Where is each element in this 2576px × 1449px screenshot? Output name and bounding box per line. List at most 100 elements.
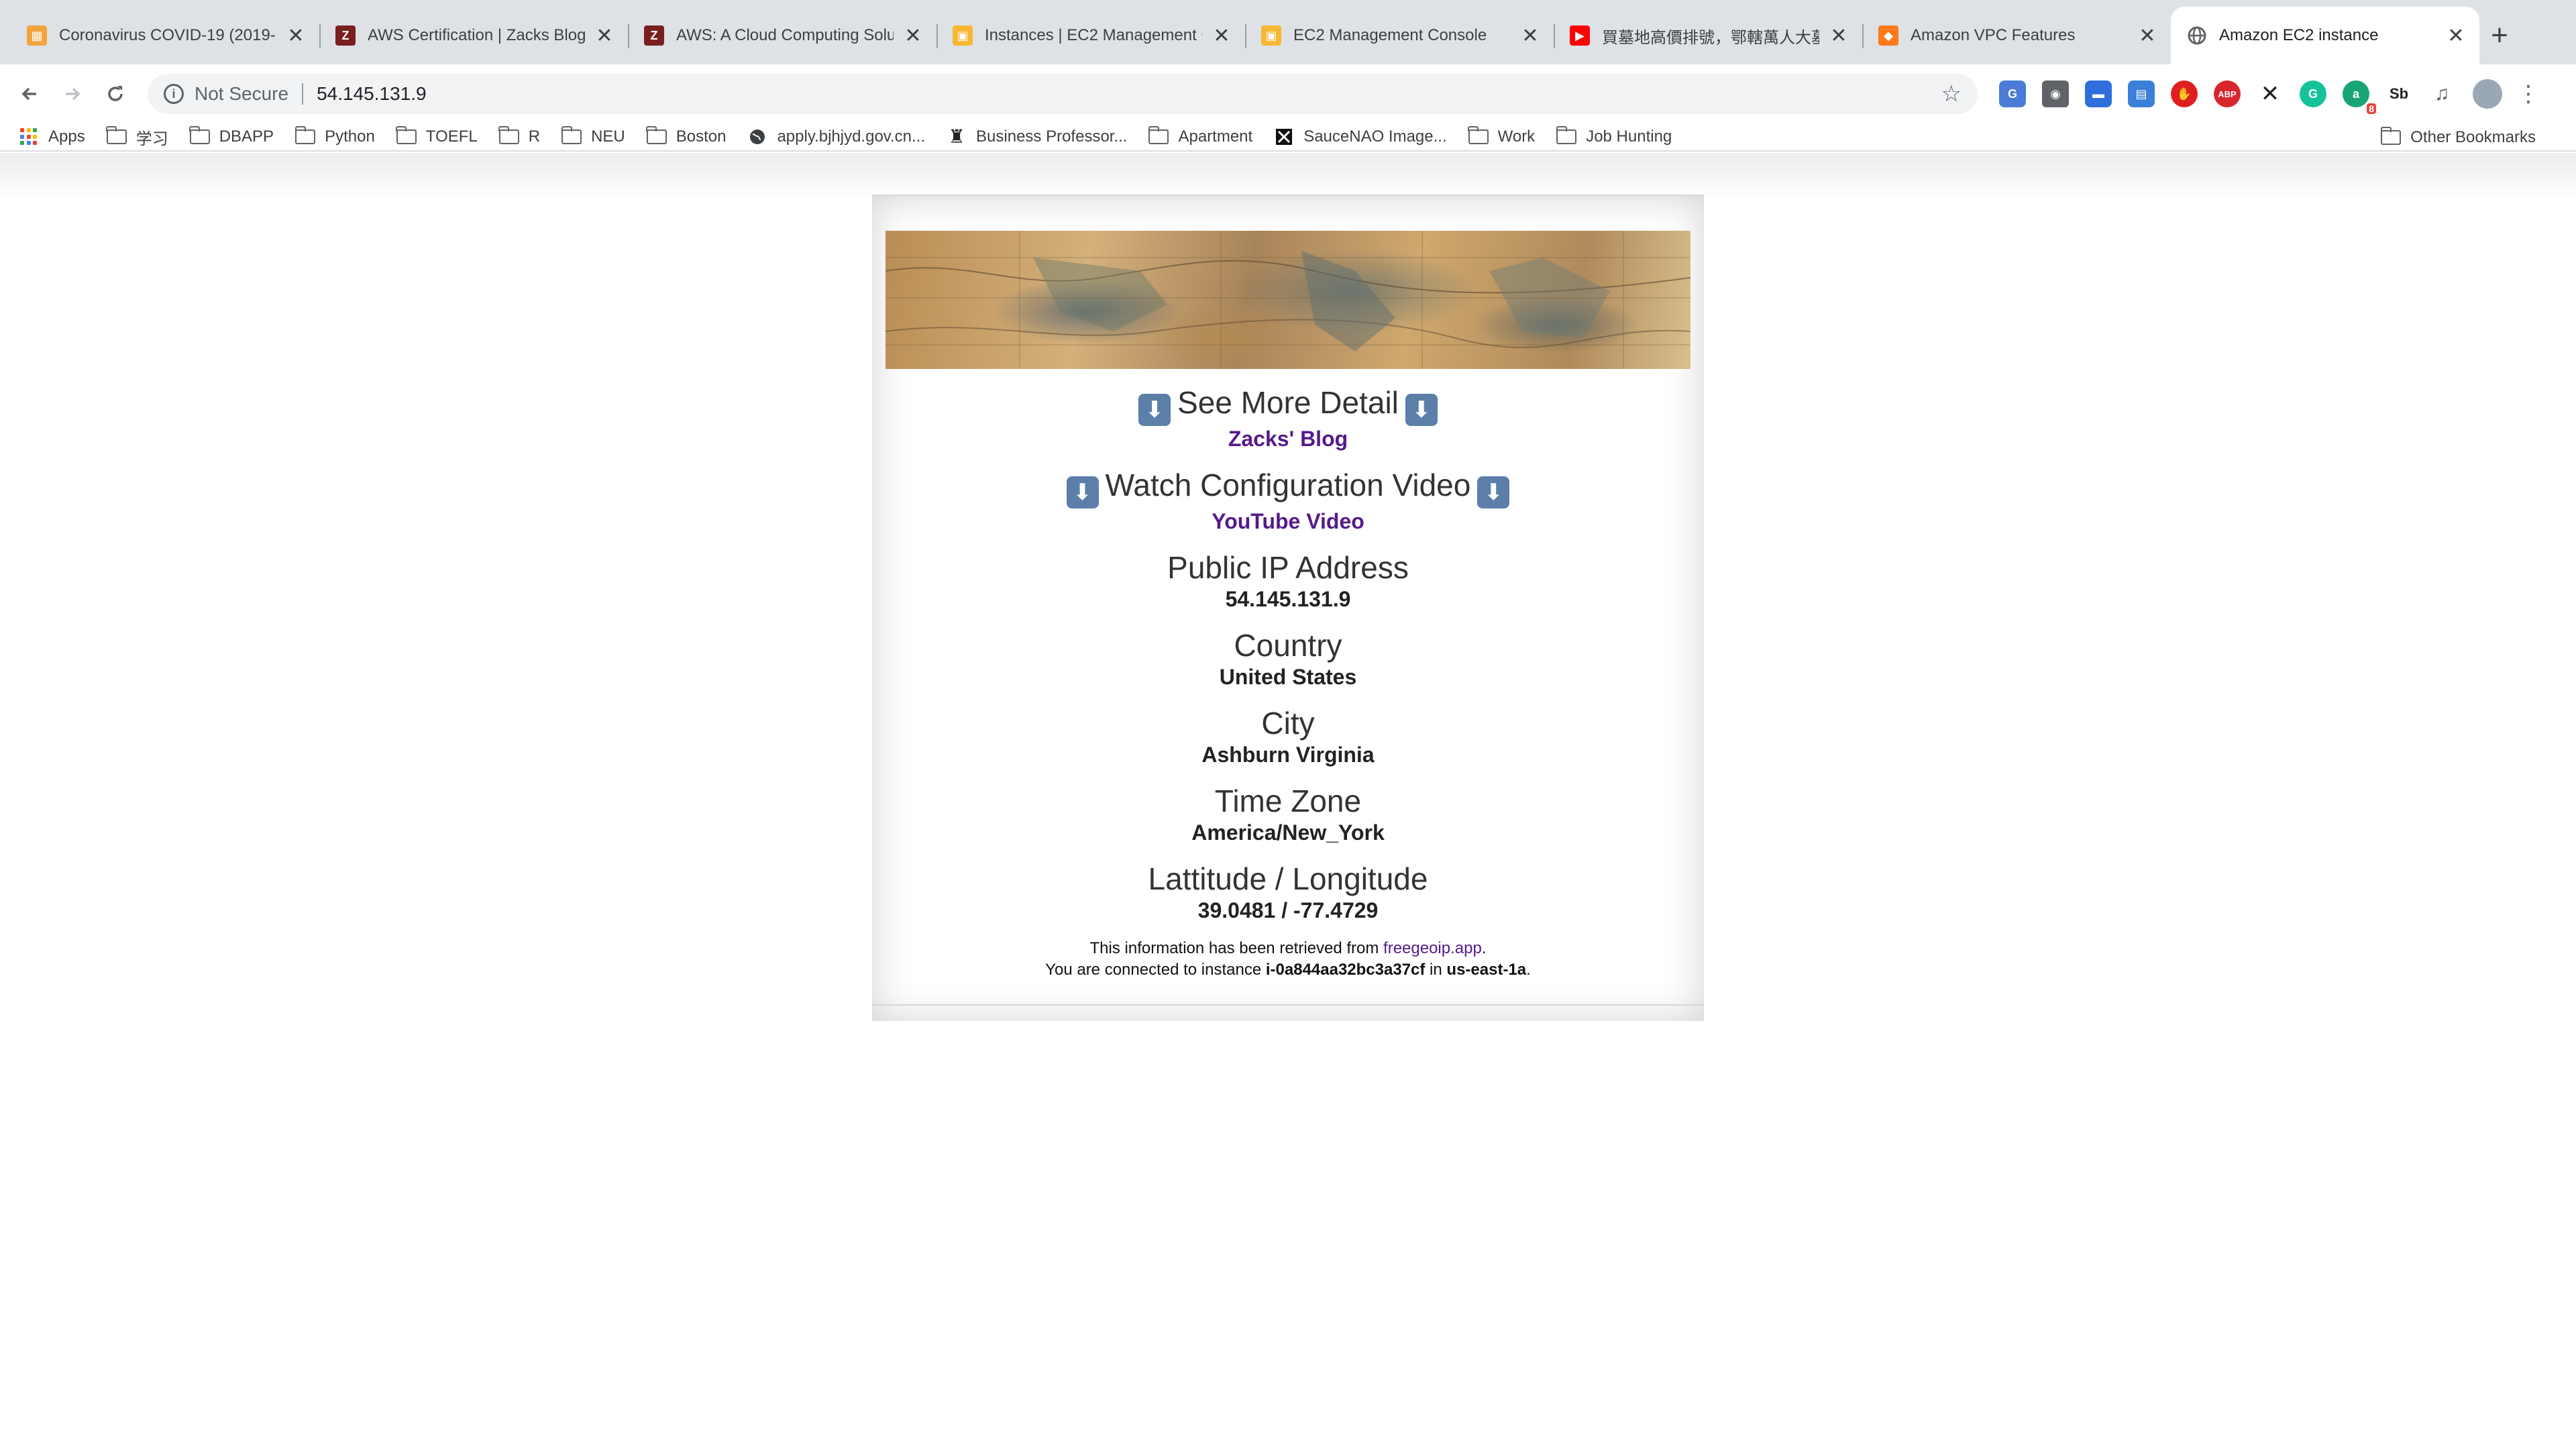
close-icon[interactable]: ✕ <box>286 25 306 47</box>
bookmark-folder[interactable]: Boston <box>646 126 727 146</box>
menu-icon[interactable]: ⋮ <box>2517 80 2540 107</box>
url-text[interactable]: 54.145.131.9 <box>317 83 1941 105</box>
latlong-title: Lattitude / Longitude <box>1148 861 1428 896</box>
tab-strip: ▦ Coronavirus COVID-19 (2019-nCoV) ✕ Z A… <box>0 0 2576 64</box>
retrieved-prefix: This information has been retrieved from <box>1089 939 1384 957</box>
freegeoip-link[interactable]: freegeoip.app <box>1383 939 1482 957</box>
connected-mid: in <box>1425 961 1447 979</box>
youtube-icon: ▶ <box>1570 25 1590 46</box>
badge-extension-icon[interactable]: a8 <box>2343 80 2376 114</box>
calendar-icon[interactable]: ▬ <box>2085 80 2112 107</box>
shield-icon[interactable]: ◉ <box>2042 80 2069 107</box>
bookmark-link[interactable]: SauceNAO Image... <box>1274 127 1447 146</box>
zacks-blog-icon: Z <box>644 25 664 46</box>
down-arrow-icon: ⬇ <box>1477 476 1510 508</box>
folder-icon <box>646 126 667 145</box>
bookmark-link[interactable]: ♜ Business Professor... <box>947 127 1127 146</box>
tab-covid[interactable]: ▦ Coronavirus COVID-19 (2019-nCoV) ✕ <box>11 7 319 64</box>
source-note: This information has been retrieved from… <box>872 938 1704 959</box>
bookmark-apps[interactable]: Apps <box>19 127 85 146</box>
country-section: Country United States <box>872 627 1704 690</box>
youtube-video-link[interactable]: YouTube Video <box>1212 509 1364 533</box>
reader-icon[interactable]: ▤ <box>2128 80 2155 107</box>
close-icon[interactable]: ✕ <box>594 25 614 47</box>
folder-icon <box>106 126 127 145</box>
address-bar[interactable]: i Not Secure 54.145.131.9 ☆ <box>148 74 1978 114</box>
bookmark-folder[interactable]: 学习 <box>106 125 168 149</box>
stop-hand-icon[interactable]: ✋ <box>2171 80 2198 107</box>
tab-title: EC2 Management Console <box>1293 26 1487 44</box>
folder-icon <box>1148 126 1169 145</box>
bookmark-folder[interactable]: R <box>498 126 540 146</box>
dashboard-icon: ▦ <box>27 25 47 46</box>
reload-icon[interactable] <box>98 76 133 111</box>
bookmark-folder[interactable]: DBAPP <box>189 126 274 146</box>
video-heading: ⬇ Watch Configuration Video ⬇ <box>872 466 1704 508</box>
bookmark-star-icon[interactable]: ☆ <box>1941 80 1962 107</box>
bookmark-link[interactable]: apply.bjhjyd.gov.cn... <box>747 127 925 146</box>
bookmark-folder[interactable]: Python <box>294 126 375 146</box>
security-indicator[interactable]: Not Secure <box>195 83 288 105</box>
x-extension-icon[interactable]: ✕ <box>2257 80 2284 107</box>
folder-icon <box>294 126 316 145</box>
timezone-section: Time Zone America/New_York <box>872 782 1704 845</box>
city-section: City Ashburn Virginia <box>872 704 1704 767</box>
bookmark-label: SauceNAO Image... <box>1303 127 1447 146</box>
forward-arrow-icon[interactable] <box>55 76 90 111</box>
latlong-value: 39.0481 / -77.4729 <box>1197 898 1379 922</box>
close-icon[interactable]: ✕ <box>1829 25 1849 47</box>
close-icon[interactable]: ✕ <box>1520 25 1540 47</box>
tab-ec2-instances[interactable]: ▣ Instances | EC2 Management Console ✕ <box>936 7 1245 64</box>
header-shadow <box>0 153 2576 200</box>
globe-icon <box>747 129 767 145</box>
bookmark-label: 学习 <box>136 129 168 148</box>
bookmark-folder[interactable]: TOEFL <box>396 126 478 146</box>
avatar[interactable] <box>2473 79 2502 109</box>
connected-prefix: You are connected to instance <box>1045 961 1266 979</box>
timezone-title: Time Zone <box>1214 784 1362 818</box>
tab-vpc-features[interactable]: ◆ Amazon VPC Features ✕ <box>1862 7 2171 64</box>
aws-box-icon: ▣ <box>1261 25 1281 46</box>
down-arrow-icon: ⬇ <box>1066 476 1099 508</box>
tab-youtube[interactable]: ▶ 買墓地高價排號，鄂轄萬人大墓 ✕ <box>1554 7 1862 64</box>
extensions-row: G ◉ ▬ ▤ ✋ ABP ✕ G a8 Sb ♫ ⋮ <box>1991 79 2540 114</box>
media-control-icon[interactable]: ♫ <box>2428 80 2455 107</box>
info-card: ⬇ See More Detail ⬇ Zacks' Blog ⬇ Watch Con… <box>872 196 1704 1021</box>
bookmark-folder[interactable]: Work <box>1468 126 1535 146</box>
country-value: United States <box>1219 665 1357 689</box>
bookmark-folder[interactable]: Apartment <box>1148 126 1252 146</box>
bookmark-label: TOEFL <box>425 127 478 146</box>
bookmark-label: Python <box>325 127 375 146</box>
video-title: Watch Configuration Video <box>1105 468 1471 502</box>
grammarly-icon[interactable]: G <box>2300 80 2326 107</box>
public-ip-value: 54.145.131.9 <box>1225 587 1351 611</box>
other-bookmarks[interactable]: Other Bookmarks <box>2380 123 2536 152</box>
latlong-section: Lattitude / Longitude 39.0481 / -77.4729 <box>872 860 1704 923</box>
close-icon[interactable]: ✕ <box>2446 25 2466 47</box>
new-tab-button[interactable]: + <box>2479 7 2520 64</box>
zacks-blog-link[interactable]: Zacks' Blog <box>1228 427 1348 451</box>
bookmark-folder[interactable]: NEU <box>561 126 625 146</box>
tab-aws-cloud-computing[interactable]: Z AWS: A Cloud Computing Solution ✕ <box>628 7 936 64</box>
close-icon[interactable]: ✕ <box>2137 25 2157 47</box>
folder-icon <box>498 126 519 145</box>
close-icon[interactable]: ✕ <box>1212 25 1232 47</box>
adblock-icon[interactable]: ABP <box>2214 80 2241 107</box>
bottom-divider <box>872 1004 1704 1006</box>
tab-title: Amazon VPC Features <box>1911 26 2076 44</box>
folder-icon <box>561 126 582 145</box>
page-viewport: ⬇ See More Detail ⬇ Zacks' Blog ⬇ Watch Con… <box>0 153 2576 1449</box>
sb-extension-icon[interactable]: Sb <box>2385 80 2412 107</box>
folder-icon <box>396 126 417 145</box>
back-arrow-icon[interactable] <box>12 76 47 111</box>
aws-cube-icon: ◆ <box>1878 25 1898 46</box>
info-icon[interactable]: i <box>164 84 184 104</box>
bookmark-label: Boston <box>676 127 727 146</box>
tab-ec2-console[interactable]: ▣ EC2 Management Console ✕ <box>1245 7 1554 64</box>
tab-ec2-instance[interactable]: Amazon EC2 instance ✕ <box>2171 7 2479 64</box>
translate-icon[interactable]: G <box>1999 80 2026 107</box>
bookmark-folder[interactable]: Job Hunting <box>1556 126 1672 146</box>
close-icon[interactable]: ✕ <box>903 25 923 47</box>
folder-icon <box>2380 127 2402 146</box>
tab-aws-certification[interactable]: Z AWS Certification | Zacks Blog ✕ <box>319 7 628 64</box>
